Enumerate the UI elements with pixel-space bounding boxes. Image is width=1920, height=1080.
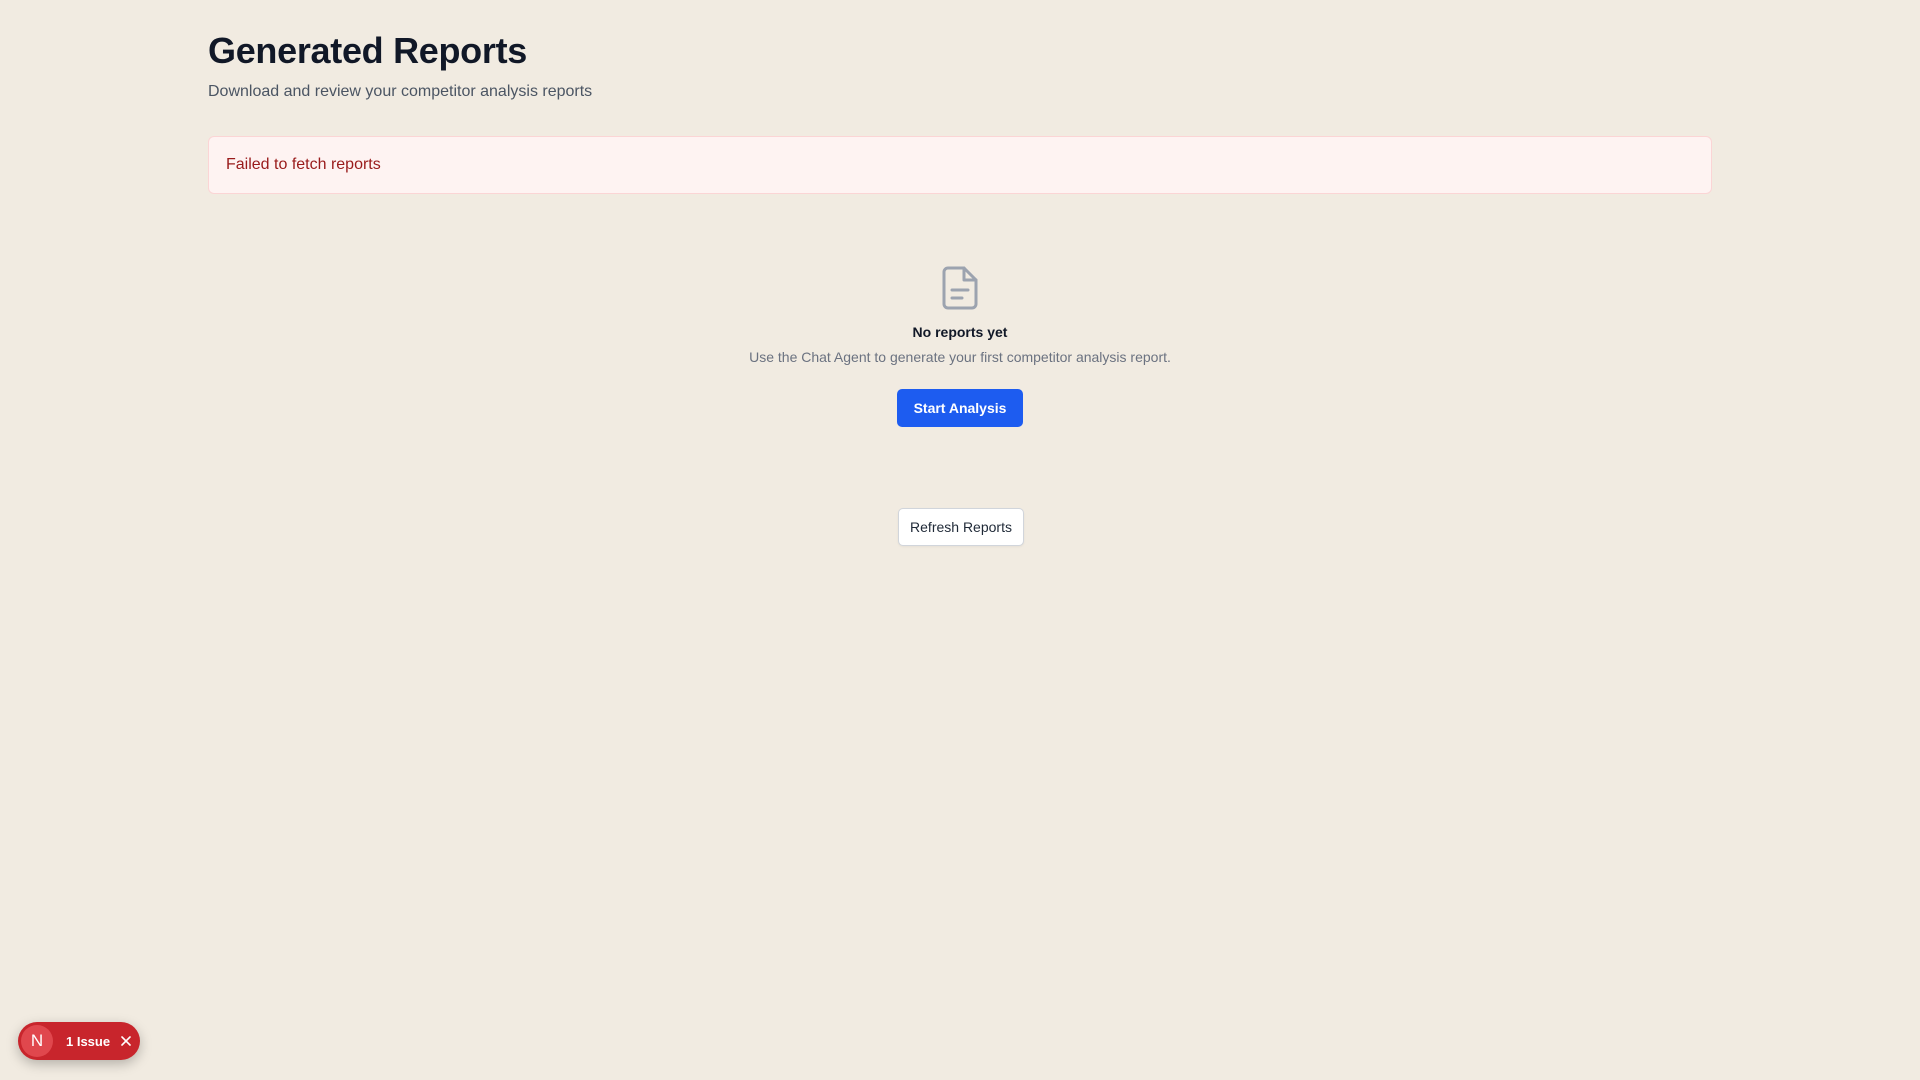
page-subtitle: Download and review your competitor anal… [208,83,593,100]
empty-state-title: No reports yet [912,324,1008,340]
refresh-reports-button[interactable]: Refresh Reports [898,508,1024,546]
nextjs-logo-letter: N [30,1031,44,1050]
empty-state: No reports yet Use the Chat Agent to gen… [208,264,1712,427]
document-icon [942,266,978,310]
page-title: Generated Reports [208,30,527,71]
close-icon[interactable] [119,1034,133,1048]
error-message: Failed to fetch reports [226,156,381,173]
empty-state-description: Use the Chat Agent to generate your firs… [749,349,1171,365]
dev-issues-badge[interactable]: N 1 Issue [18,1022,140,1060]
start-analysis-button[interactable]: Start Analysis [896,389,1024,427]
page: Generated Reports Download and review yo… [0,0,1920,1080]
issue-count-label[interactable]: 1 Issue [66,1034,110,1049]
nextjs-logo-icon[interactable]: N [21,1025,53,1057]
error-alert: Failed to fetch reports [208,136,1712,194]
